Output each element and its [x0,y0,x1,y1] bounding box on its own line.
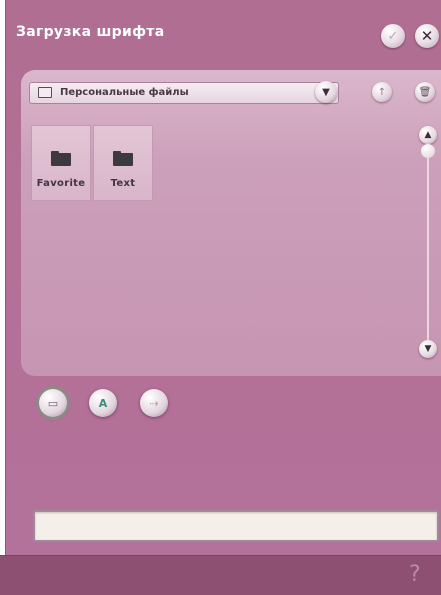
scroll-up-button[interactable]: ▲ [419,126,437,144]
scroll-track[interactable] [427,136,429,348]
chevron-down-icon: ▼ [424,344,432,354]
dialog-title: Загрузка шрифта [16,24,165,40]
usb-mode-button[interactable]: ⇢ [140,389,168,417]
folder-icon: ▭ [47,396,59,410]
scroll-down-button[interactable]: ▼ [419,340,437,358]
file-item-label: Text [110,178,136,189]
trash-icon: 🗑 [418,86,432,98]
folder-icon [113,151,133,166]
usb-icon: ⇢ [149,396,159,410]
bottom-bar [0,555,441,595]
up-folder-button[interactable]: ↑ [372,82,392,102]
check-icon: ✓ [387,28,399,44]
vertical-scrollbar[interactable]: ▲ ▼ [419,126,437,358]
font-load-dialog: Загрузка шрифта ✓ ✕ Персональные файлы ▼… [5,0,441,594]
close-icon: ✕ [420,27,434,45]
builtin-fonts-mode-button[interactable]: A [89,389,117,417]
location-selector[interactable]: Персональные файлы [29,82,339,104]
filename-field[interactable] [33,510,439,542]
close-button[interactable]: ✕ [415,24,439,48]
chevron-down-icon: ▼ [322,86,330,98]
location-label: Персональные файлы [60,87,189,98]
font-icon: A [98,396,108,410]
file-item-favorite[interactable]: Favorite [31,125,91,201]
location-dropdown-button[interactable]: ▼ [315,81,337,103]
chevron-up-icon: ▲ [424,130,432,140]
arrow-up-icon: ↑ [377,86,387,98]
personal-files-mode-button[interactable]: ▭ [39,389,67,417]
file-browser-panel: Персональные файлы ▼ ↑ 🗑 Favorite Text ▲… [21,70,441,376]
help-icon: ? [409,562,421,587]
file-item-label: Favorite [36,178,86,189]
folder-icon [51,151,71,166]
delete-button[interactable]: 🗑 [415,82,435,102]
title-bar: Загрузка шрифта ✓ ✕ [6,0,441,62]
help-button[interactable]: ? [409,562,421,587]
scroll-thumb[interactable] [421,144,435,158]
file-item-text[interactable]: Text [93,125,153,201]
confirm-button[interactable]: ✓ [381,24,405,48]
folder-outline-icon [38,87,52,98]
